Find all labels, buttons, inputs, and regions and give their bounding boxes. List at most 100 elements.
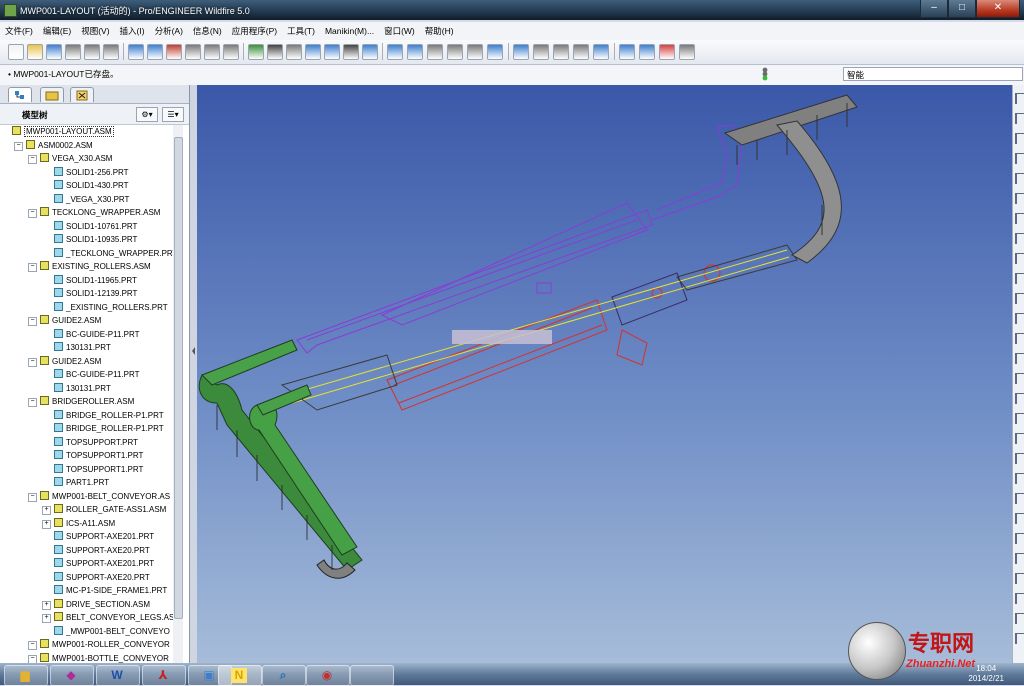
wireframe-icon[interactable] bbox=[533, 44, 549, 60]
feature-tool-icon[interactable] bbox=[1015, 593, 1024, 604]
saved-views-icon[interactable] bbox=[487, 44, 503, 60]
menu-item-9[interactable]: 窗口(W) bbox=[379, 22, 420, 37]
tree-node[interactable]: SUPPORT-AXE20.PRT bbox=[54, 544, 150, 557]
paste-icon[interactable] bbox=[204, 44, 220, 60]
tab-model-tree[interactable] bbox=[8, 87, 32, 102]
taskbar-app-9[interactable] bbox=[350, 665, 394, 686]
selection-filter-select[interactable]: 智能 bbox=[843, 67, 1023, 81]
menu-item-1[interactable]: 编辑(E) bbox=[38, 22, 76, 37]
tree-node[interactable]: ASM0002.ASM bbox=[26, 139, 93, 152]
refit-icon[interactable] bbox=[447, 44, 463, 60]
tree-expand-toggle[interactable]: + bbox=[42, 600, 51, 610]
undo-icon[interactable] bbox=[128, 44, 144, 60]
tree-expand-toggle[interactable]: − bbox=[28, 155, 37, 164]
redo-icon[interactable] bbox=[147, 44, 163, 60]
tree-node[interactable]: GUIDE2.ASM bbox=[40, 355, 101, 368]
feature-tool-icon[interactable] bbox=[1015, 213, 1024, 224]
tree-node[interactable]: SOLID1-430.PRT bbox=[54, 179, 129, 192]
tab-favorites[interactable] bbox=[70, 87, 94, 102]
pan-icon[interactable] bbox=[387, 44, 403, 60]
tree-expand-toggle[interactable]: − bbox=[28, 641, 37, 650]
menu-item-10[interactable]: 帮助(H) bbox=[420, 22, 459, 37]
graphics-window[interactable] bbox=[197, 85, 1012, 663]
feature-tool-icon[interactable] bbox=[1015, 193, 1024, 204]
menu-item-8[interactable]: Manikin(M)... bbox=[320, 23, 379, 36]
close-button[interactable]: ✕ bbox=[976, 0, 1020, 18]
taskbar-app-7[interactable]: ⌕ bbox=[262, 665, 306, 686]
sketch-icon[interactable] bbox=[305, 44, 321, 60]
paste-special-icon[interactable] bbox=[223, 44, 239, 60]
maximize-button[interactable]: □ bbox=[948, 0, 976, 18]
tree-node[interactable]: ICS-A11.ASM bbox=[54, 517, 115, 530]
menu-item-7[interactable]: 工具(T) bbox=[282, 22, 320, 37]
tree-node[interactable]: VEGA_X30.ASM bbox=[40, 152, 112, 165]
tree-node[interactable]: 130131.PRT bbox=[54, 382, 111, 395]
cut-icon[interactable] bbox=[166, 44, 182, 60]
shade-icon[interactable] bbox=[362, 44, 378, 60]
feature-tool-icon[interactable] bbox=[1015, 333, 1024, 344]
tree-expand-toggle[interactable]: + bbox=[42, 614, 51, 623]
menu-item-6[interactable]: 应用程序(P) bbox=[227, 22, 282, 37]
feature-tool-icon[interactable] bbox=[1015, 433, 1024, 444]
tree-node[interactable]: BRIDGE_ROLLER-P1.PRT bbox=[54, 409, 164, 422]
tree-expand-toggle[interactable]: + bbox=[42, 519, 51, 529]
taskbar-app-6[interactable]: N bbox=[218, 665, 262, 686]
tree-expand-toggle[interactable]: − bbox=[28, 317, 37, 326]
feature-tool-icon[interactable] bbox=[1015, 133, 1024, 144]
tree-node[interactable]: MWP001-ROLLER_CONVEYOR bbox=[40, 638, 170, 651]
regenerate-icon[interactable] bbox=[248, 44, 264, 60]
tree-node[interactable]: _MWP001-BELT_CONVEYO bbox=[54, 625, 170, 638]
tab-folder-browser[interactable] bbox=[40, 87, 64, 102]
menu-item-0[interactable]: 文件(F) bbox=[0, 22, 38, 37]
tree-node[interactable]: _VEGA_X30.PRT bbox=[54, 193, 129, 206]
tree-expand-toggle[interactable]: + bbox=[42, 506, 51, 515]
feature-tool-icon[interactable] bbox=[1015, 153, 1024, 164]
tree-node[interactable]: BC-GUIDE-P11.PRT bbox=[54, 328, 140, 341]
feature-tool-icon[interactable] bbox=[1015, 273, 1024, 284]
tree-node[interactable]: TOPSUPPORT1.PRT bbox=[54, 463, 143, 476]
taskbar-acrobat[interactable]: ⅄ bbox=[142, 665, 186, 686]
select-icon[interactable] bbox=[286, 44, 302, 60]
scrollbar-thumb[interactable] bbox=[174, 137, 183, 619]
tree-expand-toggle[interactable]: − bbox=[28, 263, 37, 272]
menu-item-5[interactable]: 信息(N) bbox=[188, 22, 227, 37]
tree-node[interactable]: SOLID1-10935.PRT bbox=[54, 233, 137, 246]
menu-item-3[interactable]: 插入(I) bbox=[115, 22, 150, 37]
hidden-line-icon[interactable] bbox=[553, 44, 569, 60]
taskbar-word[interactable]: W bbox=[96, 665, 140, 686]
tree-show-button[interactable]: ☰▾ bbox=[162, 107, 184, 122]
taskbar-explorer[interactable]: ▆ bbox=[4, 665, 48, 686]
open-icon[interactable] bbox=[27, 44, 43, 60]
tree-node[interactable]: SOLID1-11965.PRT bbox=[54, 274, 137, 287]
tree-node[interactable]: BELT_CONVEYOR_LEGS.AS bbox=[54, 611, 173, 624]
feature-tool-icon[interactable] bbox=[1015, 253, 1024, 264]
feature-tool-icon[interactable] bbox=[1015, 93, 1024, 104]
feature-tool-icon[interactable] bbox=[1015, 353, 1024, 364]
tree-node[interactable]: TECKLONG_WRAPPER.ASM bbox=[40, 206, 160, 219]
tree-node[interactable]: SOLID1-12139.PRT bbox=[54, 287, 137, 300]
tree-node[interactable]: SOLID1-256.PRT bbox=[54, 166, 129, 179]
datum-icon[interactable] bbox=[324, 44, 340, 60]
save-icon[interactable] bbox=[46, 44, 62, 60]
minimize-button[interactable]: – bbox=[920, 0, 948, 18]
feature-tool-icon[interactable] bbox=[1015, 113, 1024, 124]
orient-icon[interactable] bbox=[467, 44, 483, 60]
email-icon[interactable] bbox=[84, 44, 100, 60]
feature-tool-icon[interactable] bbox=[1015, 573, 1024, 584]
feature-tool-icon[interactable] bbox=[1015, 453, 1024, 464]
shading-icon[interactable] bbox=[593, 44, 609, 60]
model-tree-scrollbar[interactable] bbox=[173, 125, 183, 663]
no-hidden-icon[interactable] bbox=[573, 44, 589, 60]
tree-expand-toggle[interactable]: − bbox=[28, 654, 37, 663]
feature-tool-icon[interactable] bbox=[1015, 293, 1024, 304]
tree-node[interactable]: MWP001-BELT_CONVEYOR.AS bbox=[40, 490, 170, 503]
tree-node[interactable]: BRIDGEROLLER.ASM bbox=[40, 395, 134, 408]
tree-node[interactable]: SUPPORT-AXE201.PRT bbox=[54, 557, 154, 570]
copy-icon[interactable] bbox=[185, 44, 201, 60]
feature-tool-icon[interactable] bbox=[1015, 313, 1024, 324]
new-icon[interactable] bbox=[8, 44, 24, 60]
feature-tool-icon[interactable] bbox=[1015, 413, 1024, 424]
axis-icon[interactable] bbox=[639, 44, 655, 60]
tree-node[interactable]: TOPSUPPORT1.PRT bbox=[54, 449, 143, 462]
feature-tool-icon[interactable] bbox=[1015, 493, 1024, 504]
